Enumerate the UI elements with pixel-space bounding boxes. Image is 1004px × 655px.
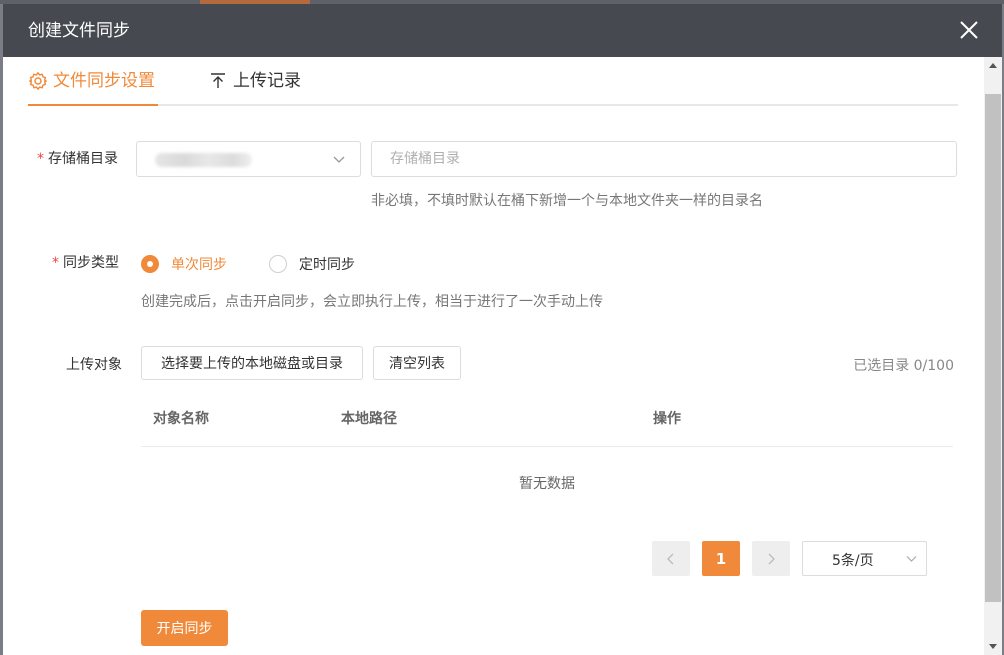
sync-type-label-text: 同步类型 <box>63 255 119 271</box>
choose-local-dir-button[interactable]: 选择要上传的本地磁盘或目录 <box>141 346 363 380</box>
page-button-current[interactable]: 1 <box>702 541 740 576</box>
sync-type-label: * 同步类型 <box>52 253 119 273</box>
tab-bar: 文件同步设置 上传记录 <box>28 57 958 106</box>
dialog-body: 文件同步设置 上传记录 *存储桶目录 非必填，不填时默认在桶下新增一个与本地文件… <box>3 57 1002 655</box>
bucket-dir-hint: 非必填，不填时默认在桶下新增一个与本地文件夹一样的目录名 <box>371 193 763 209</box>
chevron-down-icon <box>905 552 918 565</box>
tab-upload-records[interactable]: 上传记录 <box>208 69 301 106</box>
page-size-select[interactable]: 5条/页 <box>802 541 927 576</box>
upload-target-label: 上传对象 <box>66 357 122 373</box>
column-header: 操作 <box>653 411 681 427</box>
bucket-dir-label-text: 存储桶目录 <box>48 151 118 167</box>
clear-list-button[interactable]: 清空列表 <box>373 346 461 380</box>
next-page-button[interactable] <box>752 541 790 576</box>
start-sync-button[interactable]: 开启同步 <box>141 610 228 646</box>
selected-dir-count: 已选目录 0/100 <box>853 358 954 374</box>
upload-icon <box>208 69 228 91</box>
tab-sync-settings-label: 文件同步设置 <box>53 71 155 91</box>
chevron-left-icon <box>667 553 674 564</box>
radio-dot <box>141 255 159 273</box>
tab-sync-settings[interactable]: 文件同步设置 <box>28 69 158 106</box>
column-header: 对象名称 <box>153 411 209 427</box>
empty-state: 暂无数据 <box>519 476 575 492</box>
bucket-name-redacted <box>155 153 252 167</box>
dialog-title: 创建文件同步 <box>28 21 130 41</box>
scroll-up-arrow-icon[interactable] <box>984 57 1002 74</box>
table-header: 对象名称 本地路径 操作 <box>141 397 953 447</box>
scrollbar-thumb[interactable] <box>985 94 1001 602</box>
tab-upload-records-label: 上传记录 <box>233 71 301 91</box>
create-file-sync-dialog: 创建文件同步 文件同步设置 上传记录 * 存储桶目录 存储桶目录 非必填，不填时… <box>3 4 1002 655</box>
column-header: 本地路径 <box>341 411 397 427</box>
sync-type-hint: 创建完成后，点击开启同步，会立即执行上传，相当于进行了一次手动上传 <box>141 294 603 310</box>
required-mark: * <box>37 151 44 167</box>
dialog-titlebar: 创建文件同步 <box>3 4 1002 57</box>
bucket-select[interactable] <box>136 141 361 177</box>
radio-single-sync-label: 单次同步 <box>171 257 227 273</box>
radio-scheduled-sync[interactable]: 定时同步 <box>269 254 355 274</box>
close-icon[interactable] <box>957 18 981 42</box>
bucket-dir-input[interactable] <box>371 141 957 177</box>
gear-icon <box>28 69 48 91</box>
chevron-right-icon <box>768 553 775 564</box>
page-size-value: 5条/页 <box>832 553 874 569</box>
scroll-down-arrow-icon[interactable] <box>984 638 1002 655</box>
scrollbar[interactable] <box>984 57 1002 655</box>
prev-page-button[interactable] <box>652 541 690 576</box>
radio-dot <box>269 255 287 273</box>
chevron-down-icon <box>332 152 346 166</box>
required-mark: * <box>52 255 59 271</box>
radio-scheduled-sync-label: 定时同步 <box>299 257 355 273</box>
radio-single-sync[interactable]: 单次同步 <box>141 254 227 274</box>
bucket-dir-label: * 存储桶目录 <box>37 149 118 169</box>
